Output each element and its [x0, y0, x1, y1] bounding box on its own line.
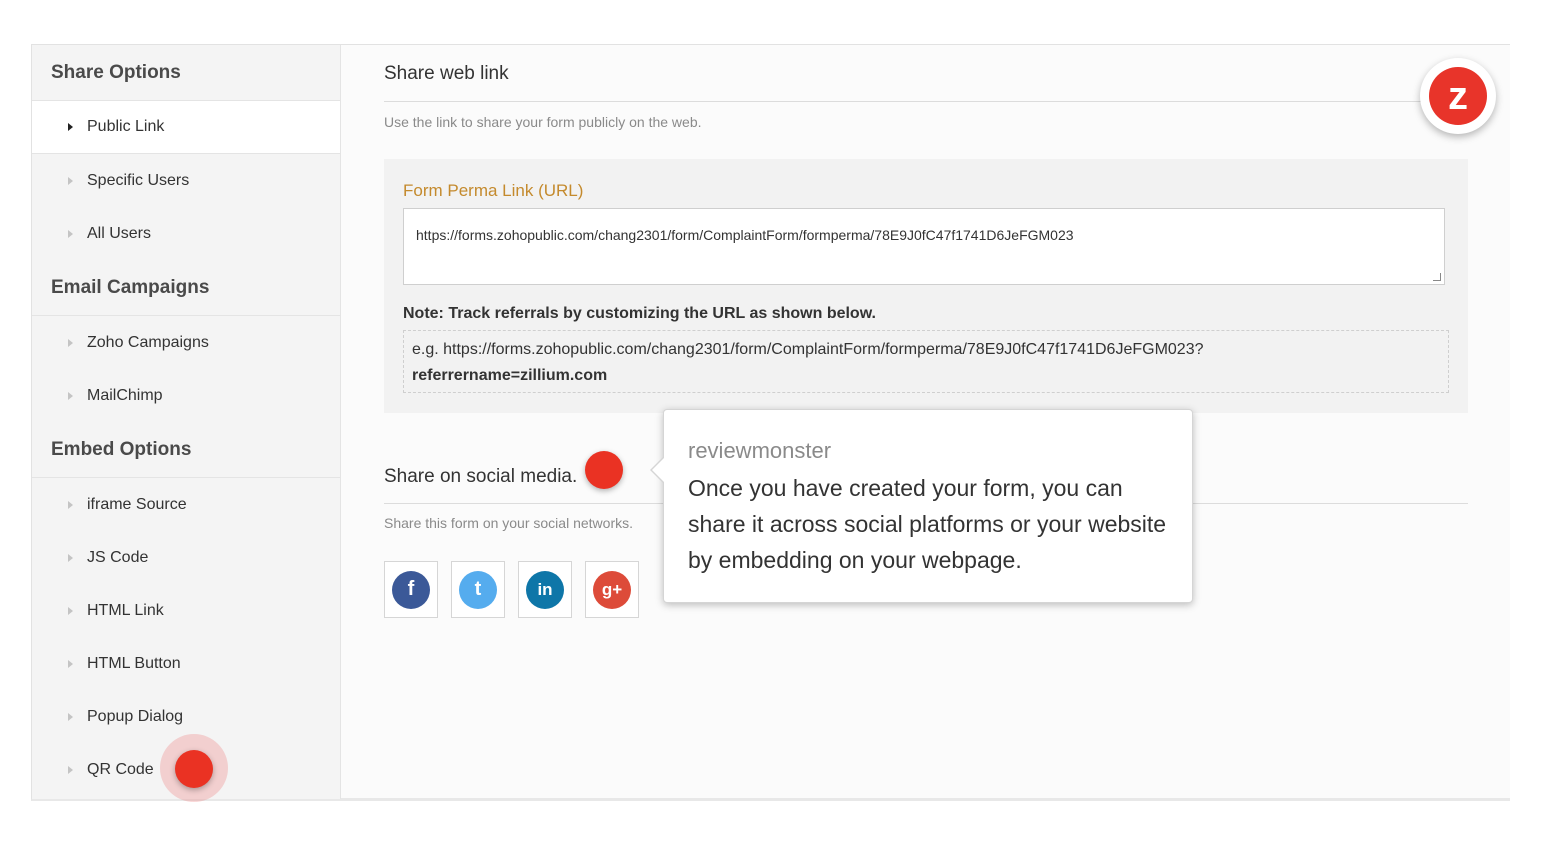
page-title: Share web link — [384, 63, 509, 84]
tooltip-body: Once you have created your form, you can… — [688, 475, 1167, 573]
sidebar-item-label: iframe Source — [87, 495, 187, 513]
sidebar-item-label: Specific Users — [87, 171, 190, 189]
resize-handle-icon[interactable] — [1433, 273, 1441, 281]
sidebar: Share Options Public Link Specific Users… — [32, 45, 341, 799]
caret-right-icon — [68, 553, 73, 562]
example-param: referrername=zillium.com — [412, 367, 608, 384]
google-plus-button[interactable]: g+ — [585, 561, 639, 618]
tour-hotspot-qr[interactable] — [175, 750, 213, 788]
referral-note: Note: Track referrals by customizing the… — [403, 305, 876, 322]
sidebar-item-label: All Users — [87, 224, 152, 242]
divider — [384, 101, 1424, 102]
caret-right-icon — [68, 765, 73, 774]
caret-right-icon — [68, 712, 73, 721]
sidebar-item-js-code[interactable]: JS Code — [32, 531, 340, 584]
tour-tooltip: reviewmonster Once you have created your… — [650, 409, 1193, 603]
tour-hotspot-social[interactable] — [585, 451, 623, 489]
sidebar-item-label: HTML Link — [87, 601, 164, 619]
caret-right-icon — [68, 606, 73, 615]
section-share-options: Share Options — [32, 45, 340, 101]
sidebar-item-zoho-campaigns[interactable]: Zoho Campaigns — [32, 316, 340, 369]
social-title: Share on social media. — [384, 466, 578, 487]
social-description: Share this form on your social networks. — [384, 515, 633, 531]
facebook-icon: f — [392, 570, 430, 609]
sidebar-item-label: Zoho Campaigns — [87, 333, 209, 351]
sidebar-item-all-users[interactable]: All Users — [32, 207, 340, 260]
sidebar-item-specific-users[interactable]: Specific Users — [32, 154, 340, 207]
perma-link-panel: Form Perma Link (URL) https://forms.zoho… — [384, 159, 1468, 413]
page-description: Use the link to share your form publicly… — [384, 114, 702, 130]
example-url: e.g. https://forms.zohopublic.com/chang2… — [412, 341, 1204, 358]
zoho-logo-icon[interactable]: z — [1420, 58, 1496, 134]
tooltip-author: reviewmonster — [688, 438, 832, 463]
sidebar-item-label: MailChimp — [87, 386, 163, 404]
caret-right-icon — [68, 338, 73, 347]
referral-example: e.g. https://forms.zohopublic.com/chang2… — [403, 330, 1449, 393]
facebook-button[interactable]: f — [384, 561, 438, 618]
caret-right-icon — [68, 659, 73, 668]
caret-right-icon — [68, 500, 73, 509]
section-email-campaigns: Email Campaigns — [32, 260, 340, 316]
sidebar-item-label: Public Link — [87, 118, 165, 135]
google-plus-icon: g+ — [593, 570, 631, 609]
sidebar-item-public-link[interactable]: Public Link — [32, 101, 340, 154]
linkedin-button[interactable]: in — [518, 561, 572, 618]
zoho-logo-glyph: z — [1429, 67, 1487, 125]
caret-right-icon — [68, 176, 73, 185]
linkedin-icon: in — [526, 570, 564, 609]
twitter-icon: t — [459, 570, 497, 609]
social-buttons: f t in g+ — [384, 561, 639, 618]
sidebar-item-label: JS Code — [87, 548, 149, 566]
sidebar-item-iframe-source[interactable]: iframe Source — [32, 478, 340, 531]
section-embed-options: Embed Options — [32, 422, 340, 478]
perma-link-value: https://forms.zohopublic.com/chang2301/f… — [416, 227, 1074, 243]
sidebar-item-html-button[interactable]: HTML Button — [32, 637, 340, 690]
sidebar-item-html-link[interactable]: HTML Link — [32, 584, 340, 637]
perma-link-label: Form Perma Link (URL) — [403, 181, 584, 200]
caret-right-icon — [68, 123, 73, 131]
twitter-button[interactable]: t — [451, 561, 505, 618]
sidebar-item-label: HTML Button — [87, 654, 181, 672]
sidebar-item-label: Popup Dialog — [87, 707, 184, 725]
perma-link-textarea[interactable]: https://forms.zohopublic.com/chang2301/f… — [403, 208, 1445, 285]
sidebar-item-mailchimp[interactable]: MailChimp — [32, 369, 340, 422]
sidebar-item-label: QR Code — [87, 760, 154, 778]
caret-right-icon — [68, 229, 73, 238]
caret-right-icon — [68, 391, 73, 400]
